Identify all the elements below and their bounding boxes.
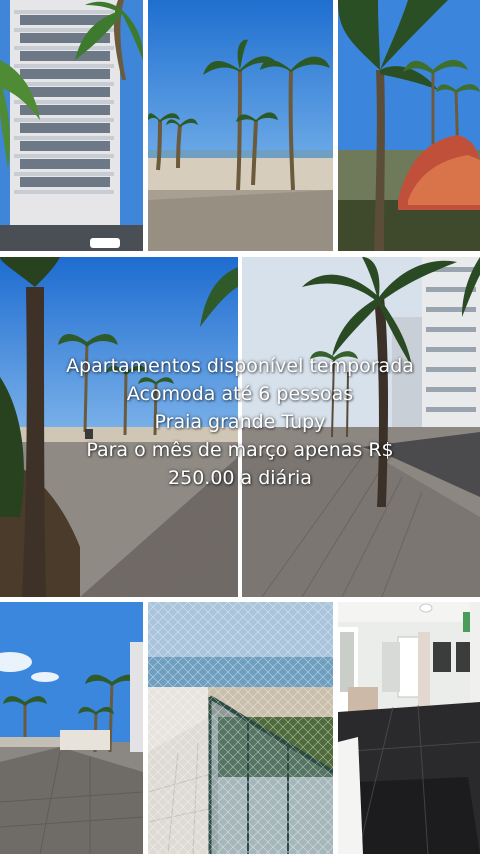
caption-line-month: Para o mês de março apenas R$ — [86, 439, 394, 461]
promo-caption: Apartamentos disponível temporada Acomod… — [40, 352, 440, 492]
photo-apartment-building — [0, 0, 143, 251]
caption-line-capacity: Acomoda até 6 pessoas — [126, 383, 354, 405]
caption-line-availability: Apartamentos disponível temporada — [66, 355, 414, 377]
photo-garden-palms — [338, 0, 480, 251]
photo-lobby-interior — [338, 602, 480, 854]
photo-balcony-sea-view — [148, 602, 333, 854]
caption-line-price: 250.00 a diária — [168, 467, 312, 489]
photo-collage: Apartamentos disponível temporada Acomod… — [0, 0, 480, 854]
caption-line-location: Praia grande Tupy — [154, 411, 326, 433]
photo-seaside-walkway — [0, 602, 143, 854]
photo-beach-palms — [148, 0, 333, 251]
